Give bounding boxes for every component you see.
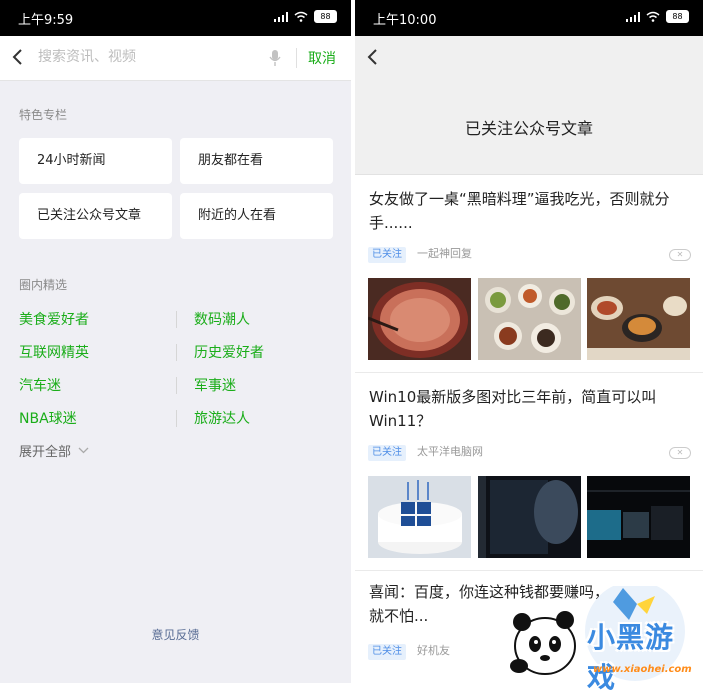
followed-badge: 已关注	[368, 247, 406, 263]
article-source[interactable]: 一起神回复	[417, 246, 472, 262]
followed-badge: 已关注	[368, 445, 406, 461]
circle-tag-internet[interactable]: 互联网精英	[19, 342, 89, 362]
watermark-text: 小黑游戏	[587, 621, 675, 694]
article-thumbnail[interactable]	[587, 278, 690, 360]
cancel-button[interactable]: 取消	[308, 48, 336, 68]
divider	[355, 570, 703, 571]
watermark-url: www.xiaohei.com	[593, 664, 692, 675]
wifi-icon	[294, 11, 308, 22]
divider	[176, 377, 177, 394]
search-input[interactable]	[36, 48, 260, 66]
page-title: 已关注公众号文章	[355, 80, 703, 175]
featured-card-friends-reading[interactable]: 朋友都在看	[180, 138, 333, 184]
status-time: 上午9:59	[18, 13, 74, 28]
divider	[176, 311, 177, 328]
featured-section-title: 特色专栏	[19, 108, 68, 122]
featured-card-followed-articles[interactable]: 已关注公众号文章	[19, 193, 172, 239]
circle-section-title: 圈内精选	[19, 278, 68, 292]
article-source[interactable]: 好机友	[417, 643, 450, 659]
featured-card-news24[interactable]: 24小时新闻	[19, 138, 172, 184]
microphone-icon[interactable]	[269, 49, 281, 67]
feedback-link[interactable]: 意见反馈	[0, 626, 351, 643]
expand-all-label: 展开全部	[19, 445, 72, 460]
article-title[interactable]: Win10最新版多图对比三年前，简直可以叫Win11？	[369, 385, 691, 433]
divider	[355, 372, 703, 373]
article-thumbnail[interactable]	[368, 476, 471, 558]
dismiss-icon[interactable]: ✕	[669, 447, 691, 459]
chevron-down-icon	[78, 447, 89, 454]
circle-tag-foodies[interactable]: 美食爱好者	[19, 309, 89, 329]
articles-screen: 上午10:00 88 已关注公众号文章 女友做了一桌“黑暗料理”逼我吃光，否则就…	[355, 0, 703, 683]
signal-icon	[626, 11, 640, 22]
circle-tag-digital[interactable]: 数码潮人	[194, 309, 250, 329]
divider	[176, 410, 177, 427]
followed-badge: 已关注	[368, 644, 406, 660]
watermark-logo: 小黑游戏 www.xiaohei.com	[505, 581, 701, 694]
back-arrow-icon[interactable]	[367, 48, 379, 66]
signal-icon	[274, 11, 288, 22]
search-screen: 上午9:59 88 取消 特色专栏 24小时新闻 朋友都在看 已关注公众号文章 …	[0, 0, 351, 683]
divider	[296, 48, 297, 68]
article-thumbnail[interactable]	[368, 278, 471, 360]
article-thumbnail[interactable]	[478, 278, 581, 360]
search-bar: 取消	[0, 36, 351, 81]
circle-tag-travel[interactable]: 旅游达人	[194, 408, 250, 428]
status-bar: 上午10:00 88	[355, 0, 703, 36]
circle-tag-cars[interactable]: 汽车迷	[19, 375, 61, 395]
expand-all-button[interactable]: 展开全部	[19, 441, 89, 460]
article-thumbnail[interactable]	[478, 476, 581, 558]
divider	[176, 344, 177, 361]
circle-tag-military[interactable]: 军事迷	[194, 375, 236, 395]
nav-bar	[355, 36, 703, 80]
status-bar: 上午9:59 88	[0, 0, 351, 36]
article-title[interactable]: 女友做了一桌“黑暗料理”逼我吃光，否则就分手......	[369, 187, 691, 235]
back-arrow-icon[interactable]	[12, 48, 24, 66]
article-source[interactable]: 太平洋电脑网	[417, 444, 483, 460]
battery-icon: 88	[314, 10, 337, 23]
battery-icon: 88	[666, 10, 689, 23]
featured-card-nearby-reading[interactable]: 附近的人在看	[180, 193, 333, 239]
dismiss-icon[interactable]: ✕	[669, 249, 691, 261]
article-thumbnail[interactable]	[587, 476, 690, 558]
status-time: 上午10:00	[373, 13, 437, 28]
circle-tag-history[interactable]: 历史爱好者	[194, 342, 264, 362]
wifi-icon	[646, 11, 660, 22]
circle-tag-nba[interactable]: NBA球迷	[19, 408, 77, 428]
